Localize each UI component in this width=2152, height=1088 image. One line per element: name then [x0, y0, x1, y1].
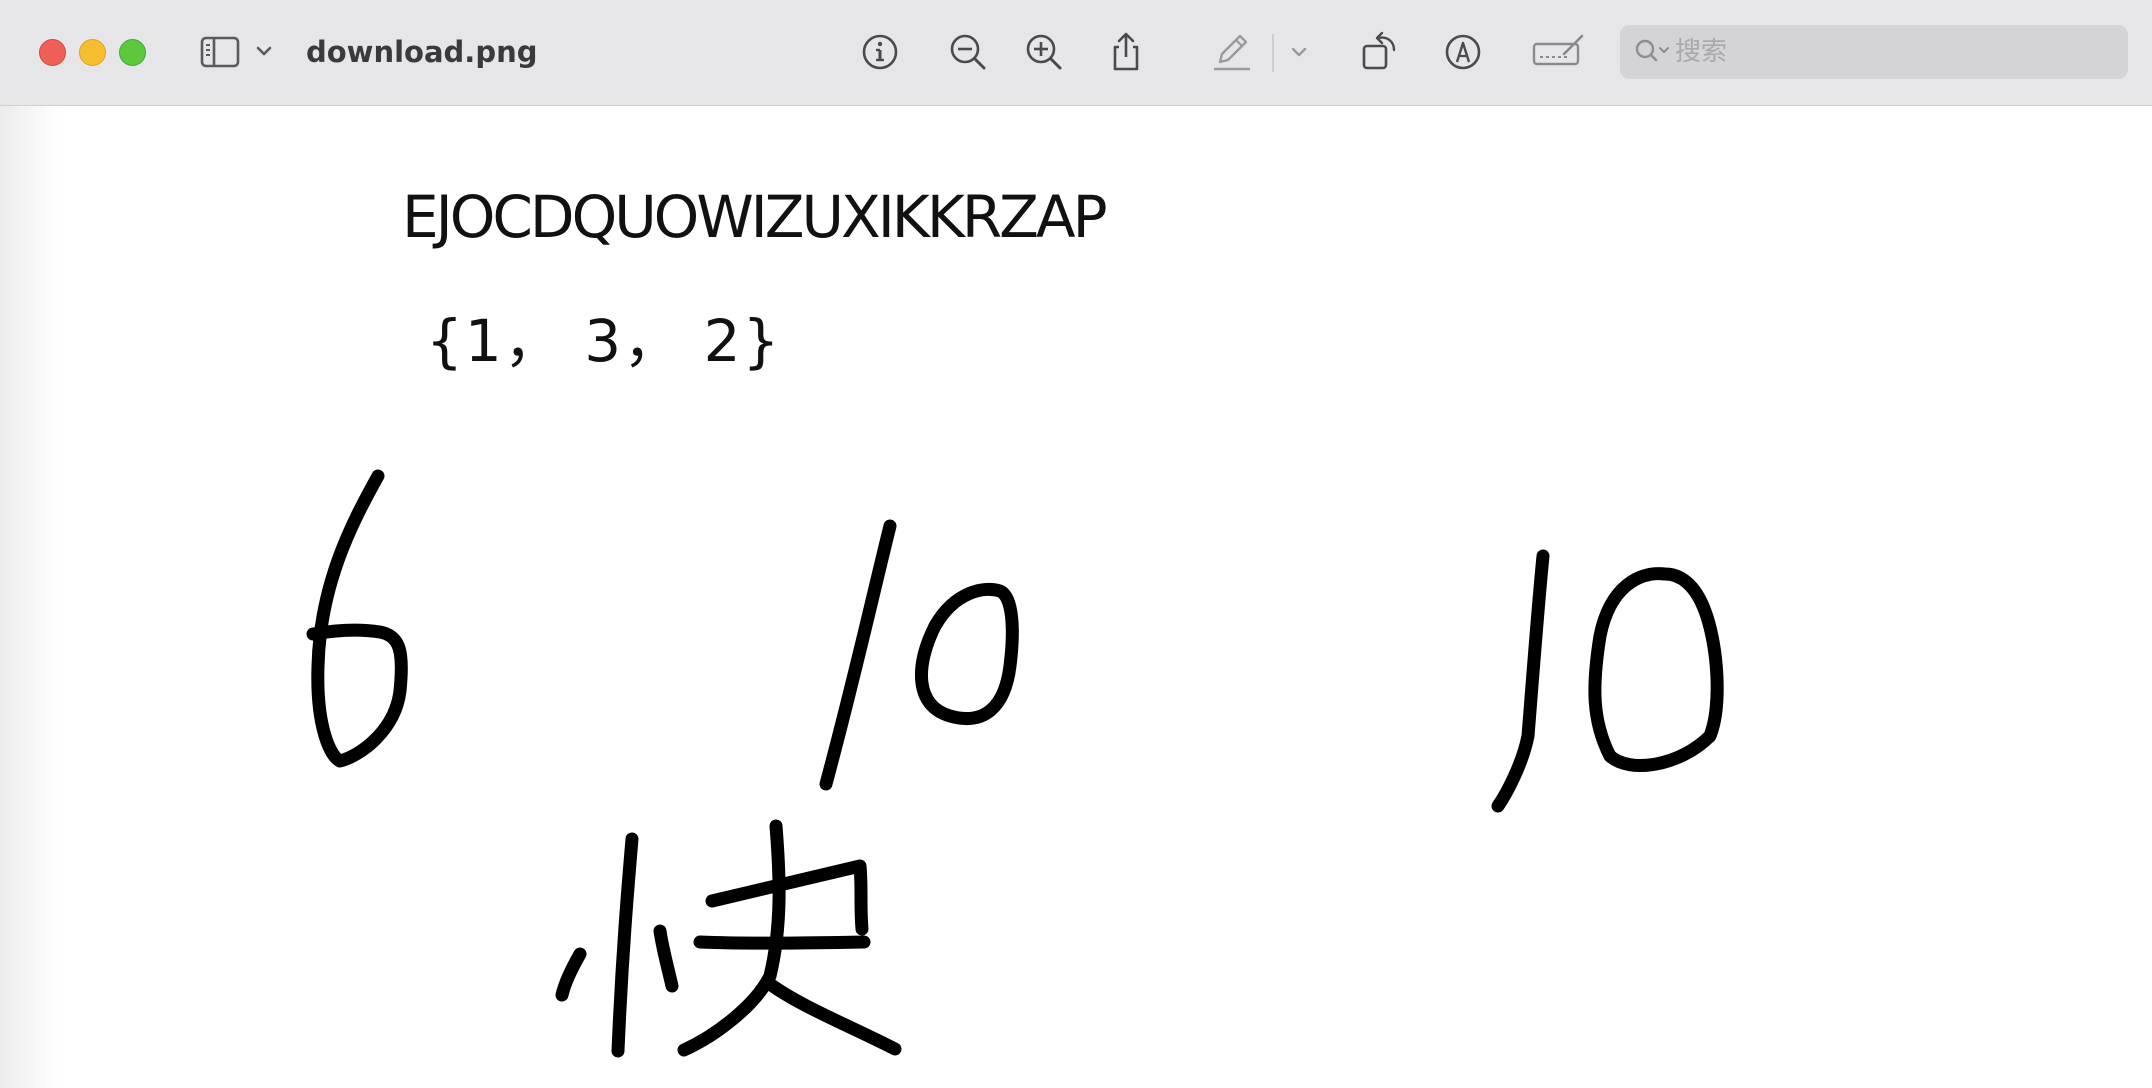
zoom-in-icon [1026, 34, 1062, 70]
toolbar-divider [1272, 34, 1274, 72]
rotate-icon [1362, 31, 1396, 70]
window-title: download.png [306, 35, 538, 69]
rotate-button[interactable] [1358, 30, 1404, 74]
info-icon [862, 34, 898, 70]
toolbar: download.png 搜索 [0, 0, 2152, 106]
info-button[interactable] [858, 30, 902, 74]
handwritten-digit-1a [819, 519, 897, 791]
highlight-options-button[interactable] [1286, 30, 1312, 74]
handwritten-char-kuai-left-dot [555, 947, 587, 1002]
sidebar-toggle-button[interactable] [198, 30, 288, 74]
handwritten-digit-6 [306, 469, 408, 768]
pencil-icon [1214, 34, 1250, 71]
search-placeholder: 搜索 [1675, 37, 1728, 67]
handwritten-char-kuai-top-stroke [705, 859, 869, 936]
share-icon [1113, 32, 1139, 71]
handwritten-digit-0a [915, 582, 1019, 726]
share-button[interactable] [1104, 30, 1148, 74]
zoom-in-button[interactable] [1022, 30, 1066, 74]
handwritten-marks [306, 469, 1724, 1058]
sidebar-icon [200, 36, 272, 68]
highlight-button[interactable] [1208, 30, 1256, 74]
zoom-out-button[interactable] [946, 30, 990, 74]
handwritten-char-kuai-right-dot [653, 924, 679, 993]
handwritten-digit-0b [1588, 567, 1724, 773]
handwritten-char-kuai-sweep [763, 977, 902, 1056]
maximize-window-button[interactable] [119, 39, 146, 66]
image-canvas: EJOCDQUOWIZUXIKKRZAP {1， 3， 2} [0, 106, 2152, 1088]
preview-window: download.png 搜索 EJOCDQUOWIZUXIKKRZAP {1，… [0, 0, 2152, 1088]
signature-button[interactable] [1530, 30, 1586, 74]
markup-button[interactable] [1440, 30, 1486, 74]
signature-icon [1532, 34, 1584, 66]
handwritten-digit-1b [1491, 549, 1550, 813]
markup-icon [1445, 34, 1481, 70]
minimize-window-button[interactable] [79, 39, 106, 66]
chevron-down-icon [1291, 47, 1307, 57]
zoom-out-icon [950, 34, 986, 70]
close-window-button[interactable] [39, 39, 66, 66]
search-field[interactable]: 搜索 [1620, 25, 2128, 79]
handwritten-char-kuai-vertical [611, 832, 639, 1058]
search-icon [1634, 37, 1674, 67]
